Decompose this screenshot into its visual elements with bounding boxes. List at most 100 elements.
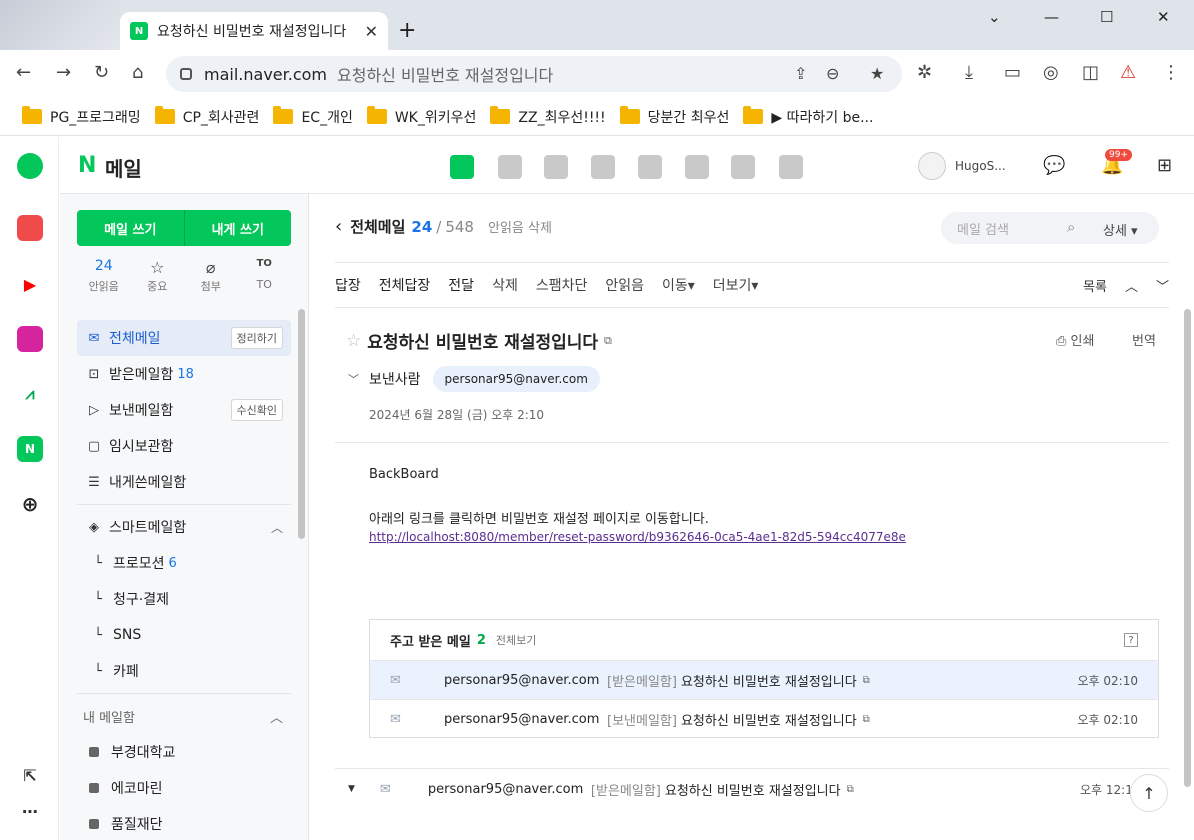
mail-search[interactable]: 메일 검색 ⌕ 상세 ▾ — [941, 212, 1159, 244]
chevron-up-icon[interactable]: ︿ — [270, 707, 283, 726]
delete-unread-button[interactable]: 안읽음 삭제 — [488, 217, 552, 236]
open-external-icon[interactable]: ⇱ — [17, 762, 43, 788]
address-bar[interactable]: mail.naver.com 요청하신 비밀번호 재설정입니다 — [166, 56, 902, 92]
apps-grid-icon[interactable]: ⊞ — [1157, 155, 1172, 176]
search-input[interactable]: 메일 검색 — [957, 219, 1009, 238]
back-icon[interactable]: ← — [16, 62, 31, 83]
maximize-icon[interactable]: ☐ — [1100, 8, 1113, 26]
write-mail-button[interactable]: 메일 쓰기 — [77, 210, 185, 246]
split-view-icon[interactable]: ◫ — [1082, 62, 1099, 83]
youtube-icon[interactable]: ▶ — [17, 271, 43, 297]
bookmark-folder[interactable]: 당분간 최우선 — [619, 106, 729, 127]
move-dropdown[interactable]: 이동▾ — [662, 275, 695, 295]
sidebar-scrollbar[interactable] — [298, 309, 305, 539]
quick-to[interactable]: TO TO — [238, 258, 292, 294]
quick-important[interactable]: ☆ 중요 — [131, 258, 185, 294]
mark-unread-button[interactable]: 안읽음 — [605, 275, 644, 295]
reload-icon[interactable]: ↻ — [94, 62, 109, 83]
star-icon[interactable]: ☆ — [346, 331, 361, 351]
advanced-search-button[interactable]: 상세 ▾ — [1103, 220, 1138, 239]
bookmark-service-icon[interactable] — [779, 155, 803, 179]
sender-chip[interactable]: personar95@naver.com — [432, 366, 600, 392]
forward-button[interactable]: 전달 — [448, 275, 474, 295]
mail-logo-text[interactable]: 메일 — [105, 153, 142, 182]
tab-close-icon[interactable]: ✕ — [365, 22, 378, 41]
stock-icon[interactable]: ⩘ — [17, 381, 43, 407]
spam-block-button[interactable]: 스팸차단 — [536, 275, 588, 295]
folder-inbox[interactable]: ⊡ 받은메일함 18 — [77, 356, 291, 392]
reply-button[interactable]: 답장 — [335, 275, 361, 295]
screenshot-icon[interactable]: ◎ — [1043, 62, 1059, 83]
list-button[interactable]: 목록 — [1083, 276, 1107, 295]
prev-mail-icon[interactable]: ︿ — [1125, 276, 1138, 295]
folder-billing[interactable]: └ 청구·결제 — [77, 581, 291, 617]
back-to-list-icon[interactable]: ‹ — [335, 216, 342, 237]
video-icon[interactable]: ▭ — [1004, 62, 1021, 83]
new-tab-icon[interactable]: + — [398, 18, 416, 43]
read-receipt-button[interactable]: 수신확인 — [230, 399, 283, 421]
folder-promotion[interactable]: └ 프로모션 6 — [77, 545, 291, 581]
mail-list-row[interactable]: ▼ ✉ personar95@naver.com [받은메일함] 요청하신 비밀… — [335, 769, 1169, 809]
household-service-icon[interactable] — [731, 155, 755, 179]
reply-all-button[interactable]: 전체답장 — [379, 275, 431, 295]
chevron-up-icon[interactable]: ︿ — [271, 519, 283, 536]
help-icon[interactable]: ? — [1124, 633, 1138, 647]
delete-button[interactable]: 삭제 — [492, 275, 518, 295]
more-dropdown[interactable]: 더보기▾ — [713, 275, 759, 295]
folder-sent[interactable]: ▷ 보낸메일함 수신확인 — [77, 392, 291, 428]
warning-icon[interactable]: ⚠ — [1120, 62, 1136, 83]
open-new-window-icon[interactable]: ⧉ — [863, 714, 870, 725]
scroll-to-top-icon[interactable]: ↑ — [1130, 774, 1168, 812]
pocket-icon[interactable] — [17, 215, 43, 241]
calendar-service-icon[interactable] — [498, 155, 522, 179]
write-self-button[interactable]: 내게 쓰기 — [185, 210, 292, 246]
print-button[interactable]: ⎙ 인쇄 — [1056, 330, 1094, 349]
memo-service-icon[interactable] — [544, 155, 568, 179]
open-new-window-icon[interactable]: ⧉ — [863, 675, 870, 686]
folder-custom[interactable]: 부경대학교 — [77, 734, 291, 770]
translate-button[interactable]: 번역 — [1132, 330, 1156, 349]
reset-password-link[interactable]: http://localhost:8080/member/reset-passw… — [369, 530, 906, 544]
avatar[interactable] — [918, 152, 946, 180]
mybox-service-icon[interactable] — [638, 155, 662, 179]
bookmark-folder[interactable]: WK_위키우선 — [366, 106, 476, 127]
bookmark-folder[interactable]: ▶ 따라하기 be... — [743, 106, 873, 127]
site-info-icon[interactable] — [180, 68, 192, 80]
chat-icon[interactable]: 💬 — [1043, 155, 1065, 176]
unread-count[interactable]: 24 — [411, 218, 432, 236]
quick-unread[interactable]: 24 안읽음 — [77, 258, 131, 294]
naver-mail-icon[interactable]: N — [17, 436, 43, 462]
conversation-row[interactable]: ✉ personar95@naver.com [받은메일함] 요청하신 비밀번호… — [370, 660, 1158, 699]
add-icon[interactable]: ⊕ — [17, 491, 43, 517]
open-new-window-icon[interactable]: ⧉ — [604, 334, 612, 348]
naver-logo[interactable]: N — [78, 153, 96, 178]
conversation-row[interactable]: ✉ personar95@naver.com [보낸메일함] 요청하신 비밀번호… — [370, 699, 1158, 738]
bookmark-folder[interactable]: EC_개인 — [273, 106, 353, 127]
open-new-window-icon[interactable]: ⧉ — [847, 784, 854, 795]
folder-all-mail[interactable]: ✉ 전체메일 정리하기 — [77, 320, 291, 356]
browser-tab[interactable]: N 요청하신 비밀번호 재설정입니다 ✕ — [120, 12, 388, 50]
my-mailbox-header[interactable]: 내 메일함 ︿ — [77, 698, 291, 734]
next-mail-icon[interactable]: ﹀ — [1156, 276, 1169, 295]
window-close-icon[interactable]: ✕ — [1157, 8, 1170, 26]
instagram-icon[interactable] — [17, 326, 43, 352]
todo-service-icon[interactable] — [685, 155, 709, 179]
search-icon[interactable]: ⌕ — [1067, 218, 1075, 236]
bookmark-star-icon[interactable]: ★ — [870, 64, 884, 83]
quick-attachment[interactable]: ⌀ 첨부 — [184, 258, 238, 294]
extensions-icon[interactable]: ✲ — [917, 62, 932, 83]
zoom-icon[interactable]: ⊖ — [826, 64, 839, 83]
mail-service-icon[interactable] — [450, 155, 474, 179]
folder-self[interactable]: ☰ 내게쓴메일함 — [77, 464, 291, 500]
bookmark-folder[interactable]: CP_회사관련 — [154, 106, 259, 127]
share-icon[interactable]: ⇪ — [794, 64, 807, 83]
folder-cafe[interactable]: └ 카페 — [77, 653, 291, 689]
folder-custom[interactable]: 품질재단 — [77, 806, 291, 840]
download-icon[interactable]: ⤓ — [965, 62, 973, 83]
more-icon[interactable]: ⋯ — [17, 798, 43, 824]
naver-green-icon[interactable] — [17, 153, 43, 179]
contacts-service-icon[interactable] — [591, 155, 615, 179]
bookmark-folder[interactable]: PG_프로그래밍 — [22, 106, 141, 127]
folder-custom[interactable]: 에코마린 — [77, 770, 291, 806]
chevron-down-icon[interactable]: ﹀ — [348, 371, 359, 387]
